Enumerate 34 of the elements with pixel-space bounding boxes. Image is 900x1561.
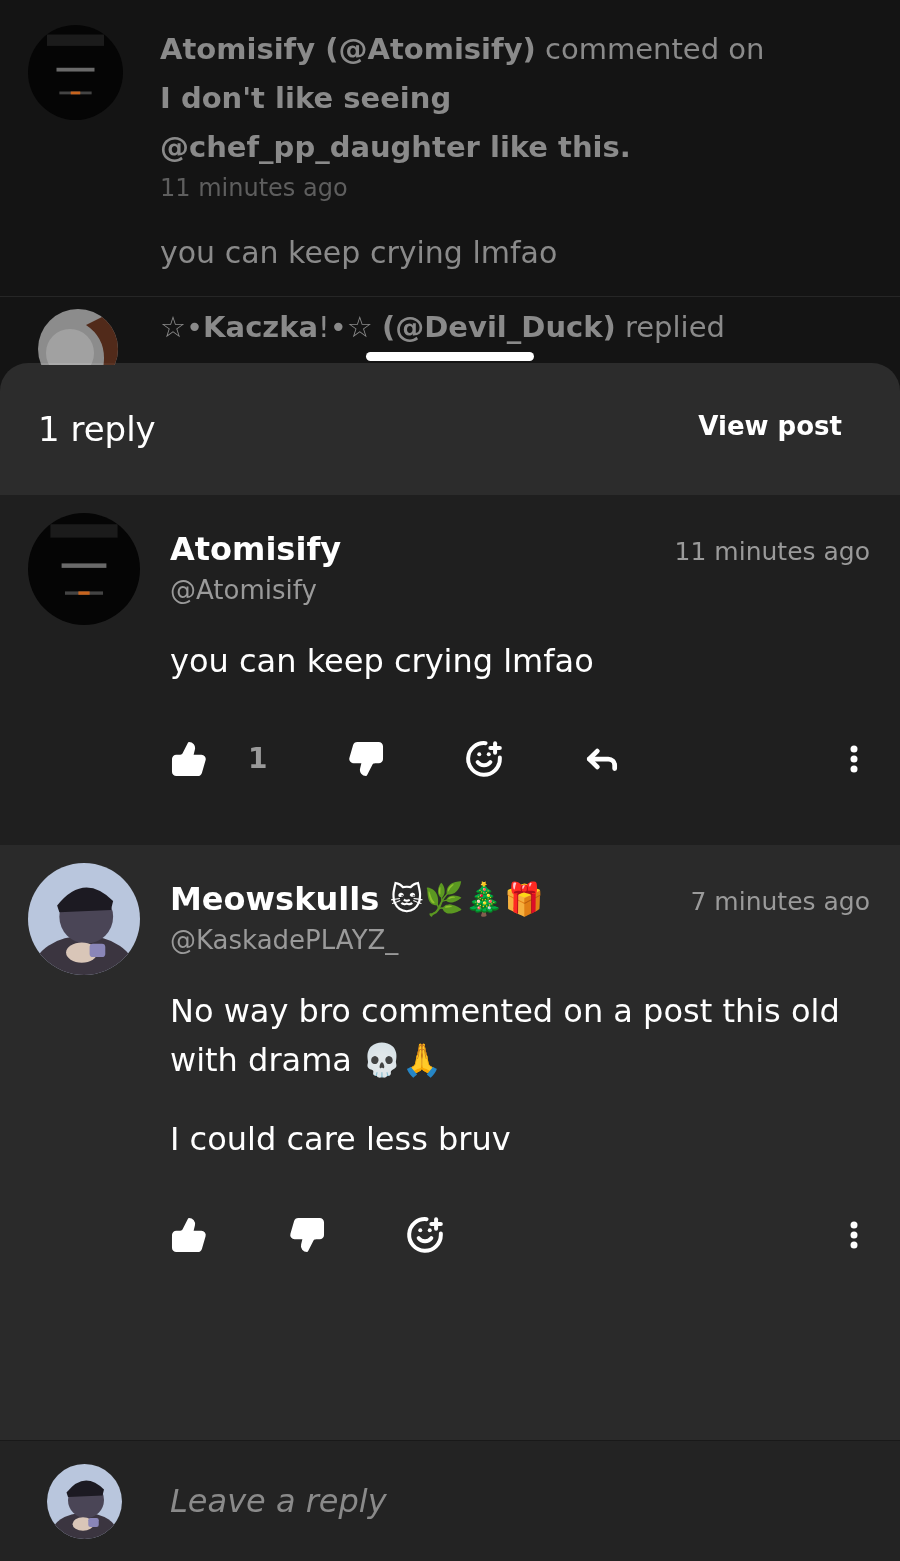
thumbs-up-icon — [170, 1216, 208, 1254]
thumbs-up-icon — [170, 740, 208, 778]
notification-body: you can keep crying lmfao — [160, 234, 559, 272]
view-post-link[interactable]: View post — [698, 406, 842, 446]
notification-text: ☆•Kaczka!•☆ (@Devil_Duck) replied — [160, 309, 725, 345]
dislike-button[interactable] — [288, 1216, 326, 1254]
comment-time: 11 minutes ago — [674, 536, 870, 568]
comment-text: you can keep crying lmfao — [170, 641, 595, 682]
more-icon — [850, 1221, 858, 1249]
commenter-name: Meowskulls 🐱🌿🎄🎁 — [170, 879, 544, 920]
thumbs-down-icon — [288, 1216, 326, 1254]
like-count: 1 — [248, 741, 268, 777]
smiley-plus-icon — [465, 740, 504, 778]
more-button[interactable] — [850, 745, 858, 773]
comment-text: I could care less bruv — [170, 1119, 512, 1160]
commenter-handle: @KaskadePLAYZ_ — [170, 924, 400, 957]
smiley-plus-icon — [406, 1216, 444, 1254]
comment-time: 7 minutes ago — [690, 886, 870, 918]
commenter-handle: @Atomisify — [170, 574, 318, 607]
add-reaction-button[interactable] — [406, 1216, 444, 1254]
reply-bar[interactable]: Leave a reply — [0, 1440, 900, 1561]
comment-text: No way bro commented on a post this old with drama 💀🙏 — [170, 991, 841, 1081]
reply-input-field[interactable]: Leave a reply — [170, 1477, 900, 1525]
notification-text: Atomisify (@Atomisify) commented on I don't like seeing @chef_pp_daughter like this. — [160, 31, 766, 166]
like-button[interactable] — [170, 1216, 208, 1254]
commenter-name: Atomisify — [170, 529, 342, 570]
notification-time: 11 minutes ago — [160, 173, 349, 204]
like-button[interactable] — [170, 740, 208, 778]
thumbs-down-icon — [347, 740, 386, 778]
reply-count-title: 1 reply — [38, 407, 156, 451]
more-icon — [850, 745, 858, 773]
add-reaction-button[interactable] — [465, 740, 504, 778]
more-button[interactable] — [850, 1221, 858, 1249]
dislike-button[interactable] — [347, 740, 386, 778]
